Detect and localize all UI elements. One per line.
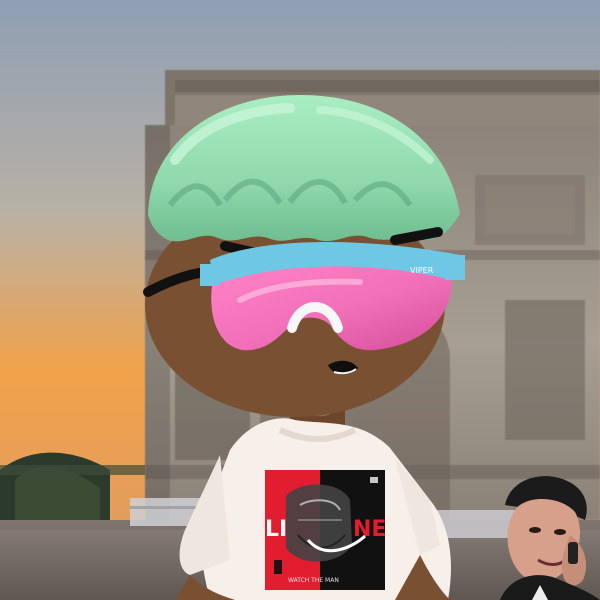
print-right-text: NE	[353, 517, 386, 542]
goggle-brand: VIPER	[410, 266, 434, 275]
print-left-text: LI	[265, 517, 287, 542]
avatar-illustration: LI NE WATCH THE MAN VIPER	[0, 0, 600, 600]
print-caption: WATCH THE MAN	[288, 577, 339, 584]
tshirt-print: LI NE WATCH THE MAN	[265, 470, 386, 590]
scene-canvas: LI NE WATCH THE MAN VIPER	[0, 0, 600, 600]
right-relief	[505, 300, 585, 440]
avatar: LI NE WATCH THE MAN VIPER	[143, 95, 465, 600]
